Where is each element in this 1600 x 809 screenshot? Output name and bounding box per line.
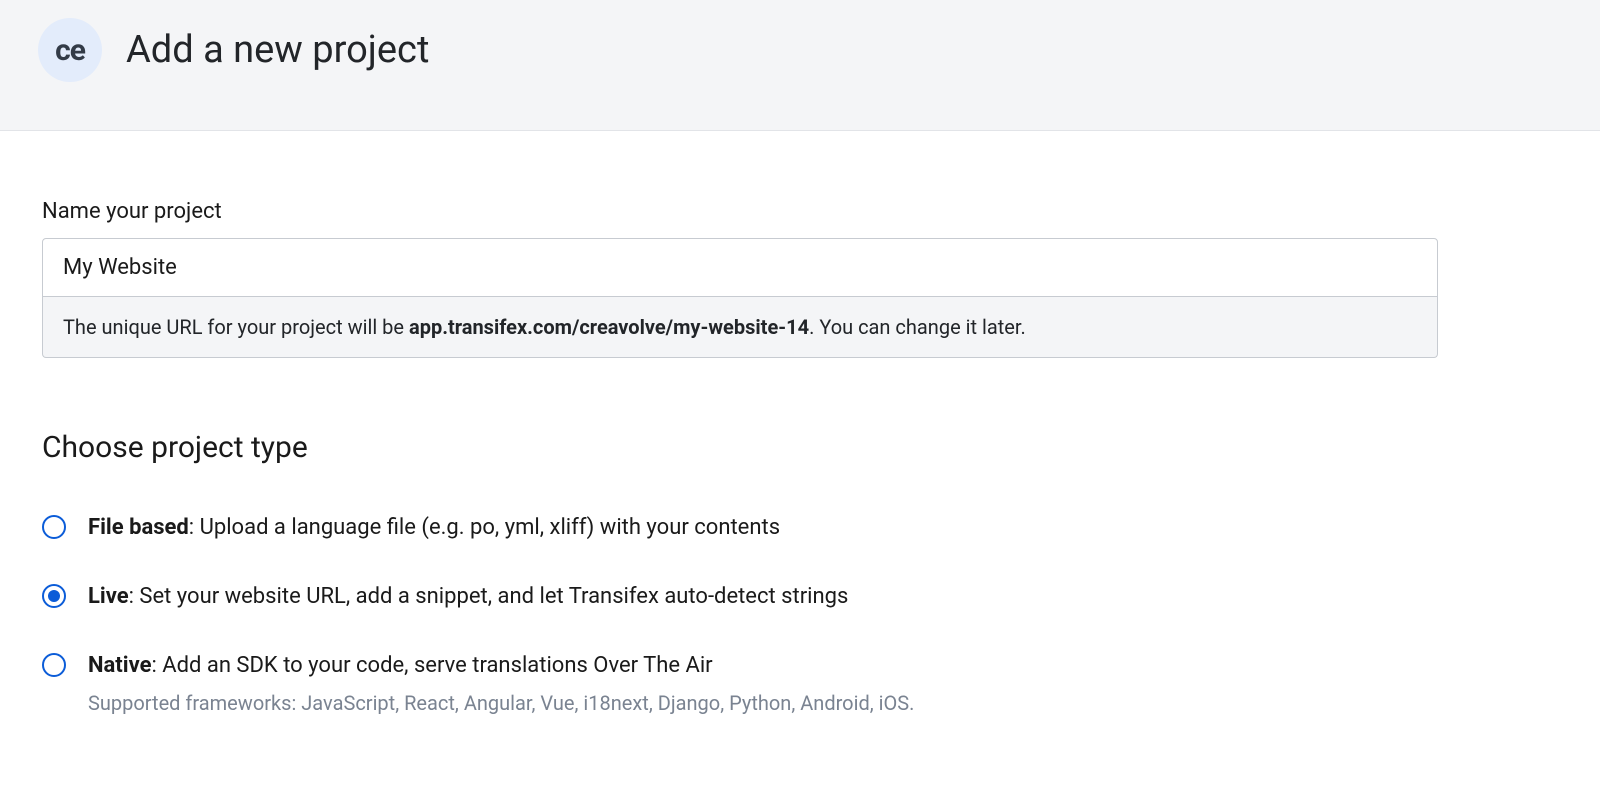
radio-option-description: : Add an SDK to your code, serve transla…: [151, 653, 712, 678]
radio-option-subtext: Supported frameworks: JavaScript, React,…: [88, 691, 914, 715]
radio-option-name: Live: [88, 584, 129, 609]
radio-label-wrap: Native: Add an SDK to your code, serve t…: [88, 651, 914, 716]
project-name-input[interactable]: [42, 238, 1438, 297]
project-url-hint: The unique URL for your project will be …: [42, 297, 1438, 358]
radio-option-description: : Set your website URL, add a snippet, a…: [129, 584, 849, 609]
radio-label: Native: Add an SDK to your code, serve t…: [88, 651, 914, 682]
org-initials: ce: [55, 33, 85, 68]
radio-option-description: : Upload a language file (e.g. po, yml, …: [189, 515, 780, 540]
radio-icon: [42, 653, 66, 677]
project-name-section: Name your project The unique URL for you…: [42, 199, 1438, 358]
radio-label: Live: Set your website URL, add a snippe…: [88, 582, 848, 613]
url-hint-suffix: . You can change it later.: [809, 315, 1026, 339]
radio-icon: [42, 515, 66, 539]
url-hint-url: app.transifex.com/creavolve/my-website-1…: [409, 315, 809, 339]
content-area: Name your project The unique URL for you…: [0, 131, 1480, 715]
radio-option-file-based[interactable]: File based: Upload a language file (e.g.…: [42, 513, 1438, 544]
radio-option-native[interactable]: Native: Add an SDK to your code, serve t…: [42, 651, 1438, 716]
radio-label: File based: Upload a language file (e.g.…: [88, 513, 780, 544]
radio-option-live[interactable]: Live: Set your website URL, add a snippe…: [42, 582, 1438, 613]
radio-option-name: Native: [88, 653, 151, 678]
url-hint-prefix: The unique URL for your project will be: [63, 315, 409, 339]
page-title: Add a new project: [126, 28, 429, 72]
project-name-label: Name your project: [42, 199, 1438, 224]
radio-option-name: File based: [88, 515, 189, 540]
page-header: ce Add a new project: [0, 0, 1600, 131]
project-type-radio-group: File based: Upload a language file (e.g.…: [42, 513, 1438, 715]
org-avatar: ce: [38, 18, 102, 82]
radio-icon: [42, 584, 66, 608]
project-type-heading: Choose project type: [42, 430, 1438, 465]
